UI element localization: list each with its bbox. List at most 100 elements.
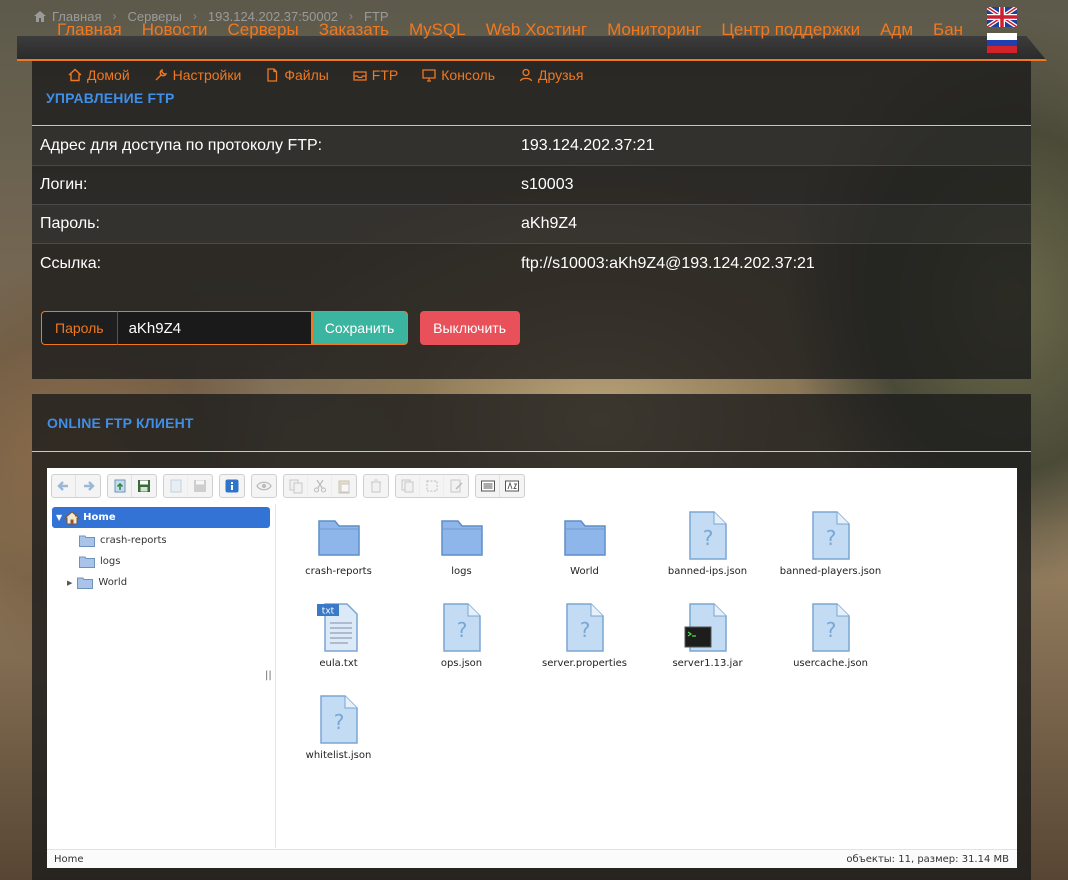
copy-button[interactable] [284,475,308,497]
monitor-icon [422,69,436,82]
folder-icon [440,520,483,556]
tree-item-folder[interactable]: crash-reports [79,534,167,547]
file-item[interactable]: ? ops.json [400,601,523,669]
wrench-icon [155,68,167,81]
svg-text:?: ? [456,618,467,642]
file-item[interactable]: crash-reports [277,509,400,577]
subnav-files[interactable]: Файлы [265,67,329,83]
nav-item-admin[interactable]: Адм [880,20,913,40]
svg-text:?: ? [333,710,344,734]
duplicate-button[interactable] [396,475,420,497]
file-item[interactable]: ? banned-players.json [769,509,892,577]
file-item[interactable]: logs [400,509,523,577]
unknown-file-icon: ? [565,603,604,652]
tree-item-home[interactable]: ▼ Home [52,507,270,528]
file-item[interactable]: World [523,509,646,577]
row-key: Ссылка: [40,254,102,272]
scissors-icon [313,479,326,493]
info-icon [225,479,239,493]
select-button[interactable] [420,475,444,497]
subnav-ftp[interactable]: FTP [353,67,398,83]
uk-flag-icon[interactable] [987,7,1017,27]
svg-text:?: ? [702,526,713,550]
nav-item-monitoring[interactable]: Мониторинг [607,20,701,40]
disable-button[interactable]: Выключить [419,311,520,345]
info-button[interactable] [220,475,244,497]
user-icon [519,68,533,82]
trash-icon [371,479,381,493]
subnav-home[interactable]: Домой [68,67,130,83]
sort-icon [505,480,519,492]
open-button[interactable] [164,475,188,497]
folder-icon [77,577,94,589]
ftp-client-panel: ONLINE FTP КЛИЕНТ ▼ Home crash-reports l… [32,394,1031,880]
eye-icon [256,481,272,491]
forward-button[interactable] [76,475,100,497]
subnav-home-label: Домой [87,67,130,83]
view-button[interactable] [476,475,500,497]
nav-item-servers[interactable]: Серверы [228,20,299,40]
save-button[interactable]: Сохранить [311,311,408,345]
expand-icon[interactable]: ▶ [67,579,72,587]
row-key: Адрес для доступа по протоколу FTP: [40,137,323,154]
file-item[interactable]: ? server.properties [523,601,646,669]
tree-label: crash-reports [100,535,167,546]
cut-button[interactable] [308,475,332,497]
nav-item-order[interactable]: Заказать [319,20,389,40]
subnav-friends[interactable]: Друзья [519,67,583,83]
file-name: server1.13.jar [672,658,743,669]
file-item[interactable]: ? banned-ips.json [646,509,769,577]
nav-item-web-hosting[interactable]: Web Хостинг [486,20,587,40]
delete-button[interactable] [364,475,388,497]
divider [32,125,1031,126]
home-icon [68,68,82,82]
unknown-file-icon: ? [319,695,358,744]
download-file-button[interactable] [188,475,212,497]
password-input[interactable] [116,311,312,345]
arrow-right-icon [84,481,95,491]
duplicate-icon [401,479,413,493]
back-button[interactable] [52,475,76,497]
subnav-files-label: Файлы [284,67,329,83]
tree-item-folder[interactable]: ▶ World [67,576,127,589]
file-name: whitelist.json [305,750,372,761]
nav-item-home[interactable]: Главная [57,20,122,40]
file-item[interactable]: server1.13.jar [646,601,769,669]
file-manager: ▼ Home crash-reports logs ▶ World || cra… [47,468,1017,868]
file-name: ops.json [440,658,483,669]
home-icon [64,510,81,524]
file-item[interactable]: txt eula.txt [277,601,400,669]
arrow-left-icon [56,481,68,491]
download-button[interactable] [132,475,156,497]
tree-item-folder[interactable]: logs [79,555,120,568]
document-icon [170,479,181,493]
unknown-file-icon: ? [688,511,727,560]
tree-label: logs [100,556,121,567]
nav-item-ban[interactable]: Бан [933,20,963,40]
subnav-friends-label: Друзья [538,67,584,83]
paste-button[interactable] [332,475,356,497]
sort-button[interactable] [500,475,524,497]
nav-item-news[interactable]: Новости [142,20,208,40]
file-grid: crash-reports logs World ? banned-ips.js… [277,504,1017,848]
status-bar: Home объекты: 11, размер: 31.14 MB [47,849,1017,868]
subnav-console[interactable]: Консоль [422,67,495,83]
main-nav: Главная Новости Серверы Заказать MySQL W… [17,10,1047,60]
ru-flag-icon[interactable] [987,33,1017,53]
ftp-management-panel: Домой Настройки Файлы FTP Консоль Друзья… [32,61,1031,379]
edit-button[interactable] [444,475,468,497]
nav-item-support[interactable]: Центр поддержки [721,20,860,40]
list-view-icon [480,480,495,492]
edit-icon [450,479,463,493]
preview-button[interactable] [252,475,276,497]
upload-button[interactable] [108,475,132,497]
row-value: s10003 [521,176,574,193]
nav-item-mysql[interactable]: MySQL [409,20,466,40]
file-item[interactable]: ? whitelist.json [277,693,400,761]
upload-icon [114,479,125,493]
resize-handle[interactable]: || [265,670,272,681]
subnav-settings[interactable]: Настройки [154,67,241,83]
file-icon [267,68,278,82]
table-row: Пароль: aKh9Z4 [32,205,1031,244]
file-item[interactable]: ? usercache.json [769,601,892,669]
